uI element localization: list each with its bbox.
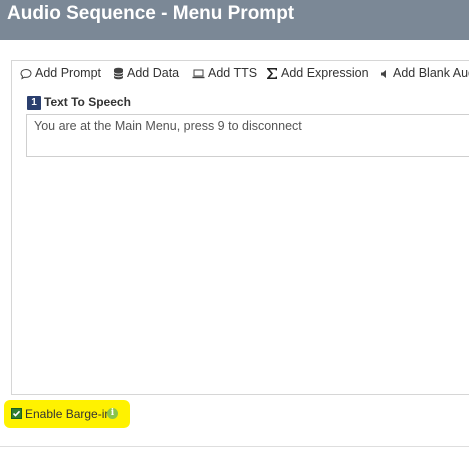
sigma-icon	[266, 64, 278, 82]
laptop-icon	[192, 64, 205, 82]
window-title: Audio Sequence - Menu Prompt	[7, 3, 295, 24]
add-tts-button[interactable]: Add TTS	[192, 64, 257, 82]
block-number-badge: 1	[27, 96, 41, 110]
block-title: Text To Speech	[44, 95, 131, 109]
barge-in-label[interactable]: Enable Barge-in	[25, 407, 111, 421]
add-tts-label: Add TTS	[208, 66, 258, 80]
add-blank-audio-button[interactable]: Add Blank Aud	[380, 64, 469, 82]
footer-divider	[0, 446, 469, 447]
add-prompt-button[interactable]: Add Prompt	[20, 64, 101, 82]
tts-text-value[interactable]: You are at the Main Menu, press 9 to dis…	[34, 119, 302, 133]
title-bar: Audio Sequence - Menu Prompt	[0, 0, 469, 40]
add-expression-button[interactable]: Add Expression	[266, 64, 369, 82]
add-blank-audio-label: Add Blank Aud	[393, 66, 469, 80]
info-icon[interactable]: i	[107, 408, 118, 419]
volume-icon	[380, 64, 390, 82]
add-data-button[interactable]: Add Data	[113, 64, 179, 82]
sequence-panel	[11, 60, 469, 395]
comment-icon	[20, 64, 32, 82]
barge-in-checkbox[interactable]	[11, 408, 22, 419]
add-expression-label: Add Expression	[281, 66, 369, 80]
database-icon	[113, 64, 124, 82]
sequence-toolbar: Add Prompt Add Data Add TTS Add Expressi…	[12, 61, 469, 85]
add-data-label: Add Data	[127, 66, 180, 80]
add-prompt-label: Add Prompt	[35, 66, 102, 80]
